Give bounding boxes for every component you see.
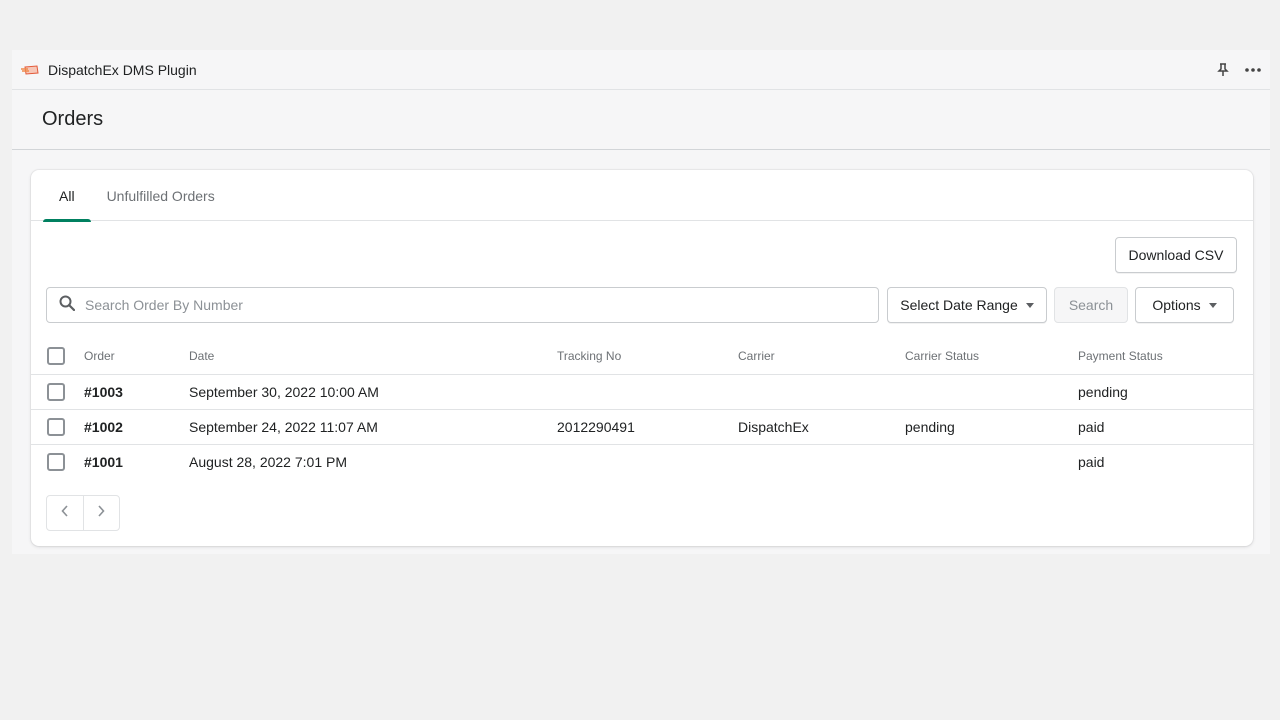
carrier [738,374,905,410]
carrier-status: pending [905,409,1078,445]
tab-label: Unfulfilled Orders [106,187,215,204]
table-row[interactable]: #1002 September 24, 2022 11:07 AM 201229… [31,409,1253,445]
chevron-left-icon [61,504,69,522]
search-field[interactable] [46,287,879,323]
column-header-date[interactable]: Date [189,339,557,375]
payment-status: paid [1078,409,1253,445]
carrier-status [905,374,1078,410]
tab-label: All [59,187,75,204]
column-header-order[interactable]: Order [84,339,189,375]
download-csv-button[interactable]: Download CSV [1115,237,1237,273]
search-button[interactable]: Search [1054,287,1128,323]
previous-page-button[interactable] [47,496,83,530]
order-number[interactable]: #1003 [84,374,189,410]
carrier: DispatchEx [738,409,905,445]
search-icon [59,295,76,316]
options-label: Options [1152,297,1201,313]
order-date: August 28, 2022 7:01 PM [189,453,347,470]
tracking-number: 2012290491 [557,409,738,445]
page-header: Orders [12,90,1270,150]
pin-icon[interactable] [1214,61,1232,79]
carrier-status [905,444,1078,479]
column-header-carrier-status[interactable]: Carrier Status [905,339,1078,375]
column-header-payment-status[interactable]: Payment Status [1078,339,1253,375]
orders-table: Order Date Tracking No Carrier Carrier S… [31,339,1253,479]
table-row[interactable]: #1001 August 28, 2022 7:01 PM paid [31,444,1253,479]
tab-bar: All Unfulfilled Orders [31,170,1253,222]
order-number[interactable]: #1002 [84,409,189,445]
column-header-carrier[interactable]: Carrier [738,339,905,375]
dispatchex-logo-icon [20,63,40,77]
tracking-number [557,444,738,479]
row-checkbox[interactable] [47,417,65,436]
tab-all[interactable]: All [43,170,91,222]
pagination [46,495,120,531]
orders-card: All Unfulfilled Orders Download CSV Sele… [31,170,1253,546]
row-checkbox[interactable] [47,382,65,401]
page-title: Orders [42,108,104,130]
app-frame: DispatchEx DMS Plugin Orders All Unfulfi… [12,50,1270,554]
next-page-button[interactable] [82,496,120,530]
order-date: September 24, 2022 11:07 AM [189,409,557,445]
order-date: September 30, 2022 10:00 AM [189,374,557,410]
payment-status: pending [1078,374,1253,410]
chevron-right-icon [97,504,105,522]
select-all-checkbox[interactable] [47,347,65,366]
payment-status: paid [1078,453,1105,470]
search-input[interactable] [85,297,823,313]
tracking-number [557,374,738,410]
tab-unfulfilled-orders[interactable]: Unfulfilled Orders [91,170,231,221]
caret-down-icon [1025,302,1034,308]
column-header-tracking-no[interactable]: Tracking No [557,339,738,375]
more-horizontal-icon[interactable] [1244,61,1262,79]
date-range-label: Select Date Range [900,297,1018,313]
table-row[interactable]: #1003 September 30, 2022 10:00 AM pendin… [31,374,1253,410]
select-date-range-button[interactable]: Select Date Range [887,287,1047,323]
carrier [738,444,905,479]
order-number[interactable]: #1001 [84,444,189,479]
app-title: DispatchEx DMS Plugin [48,61,197,78]
caret-down-icon [1208,302,1217,308]
table-header-row: Order Date Tracking No Carrier Carrier S… [31,339,1253,375]
app-topbar: DispatchEx DMS Plugin [12,50,1270,90]
row-checkbox[interactable] [47,452,65,471]
options-button[interactable]: Options [1135,287,1234,323]
